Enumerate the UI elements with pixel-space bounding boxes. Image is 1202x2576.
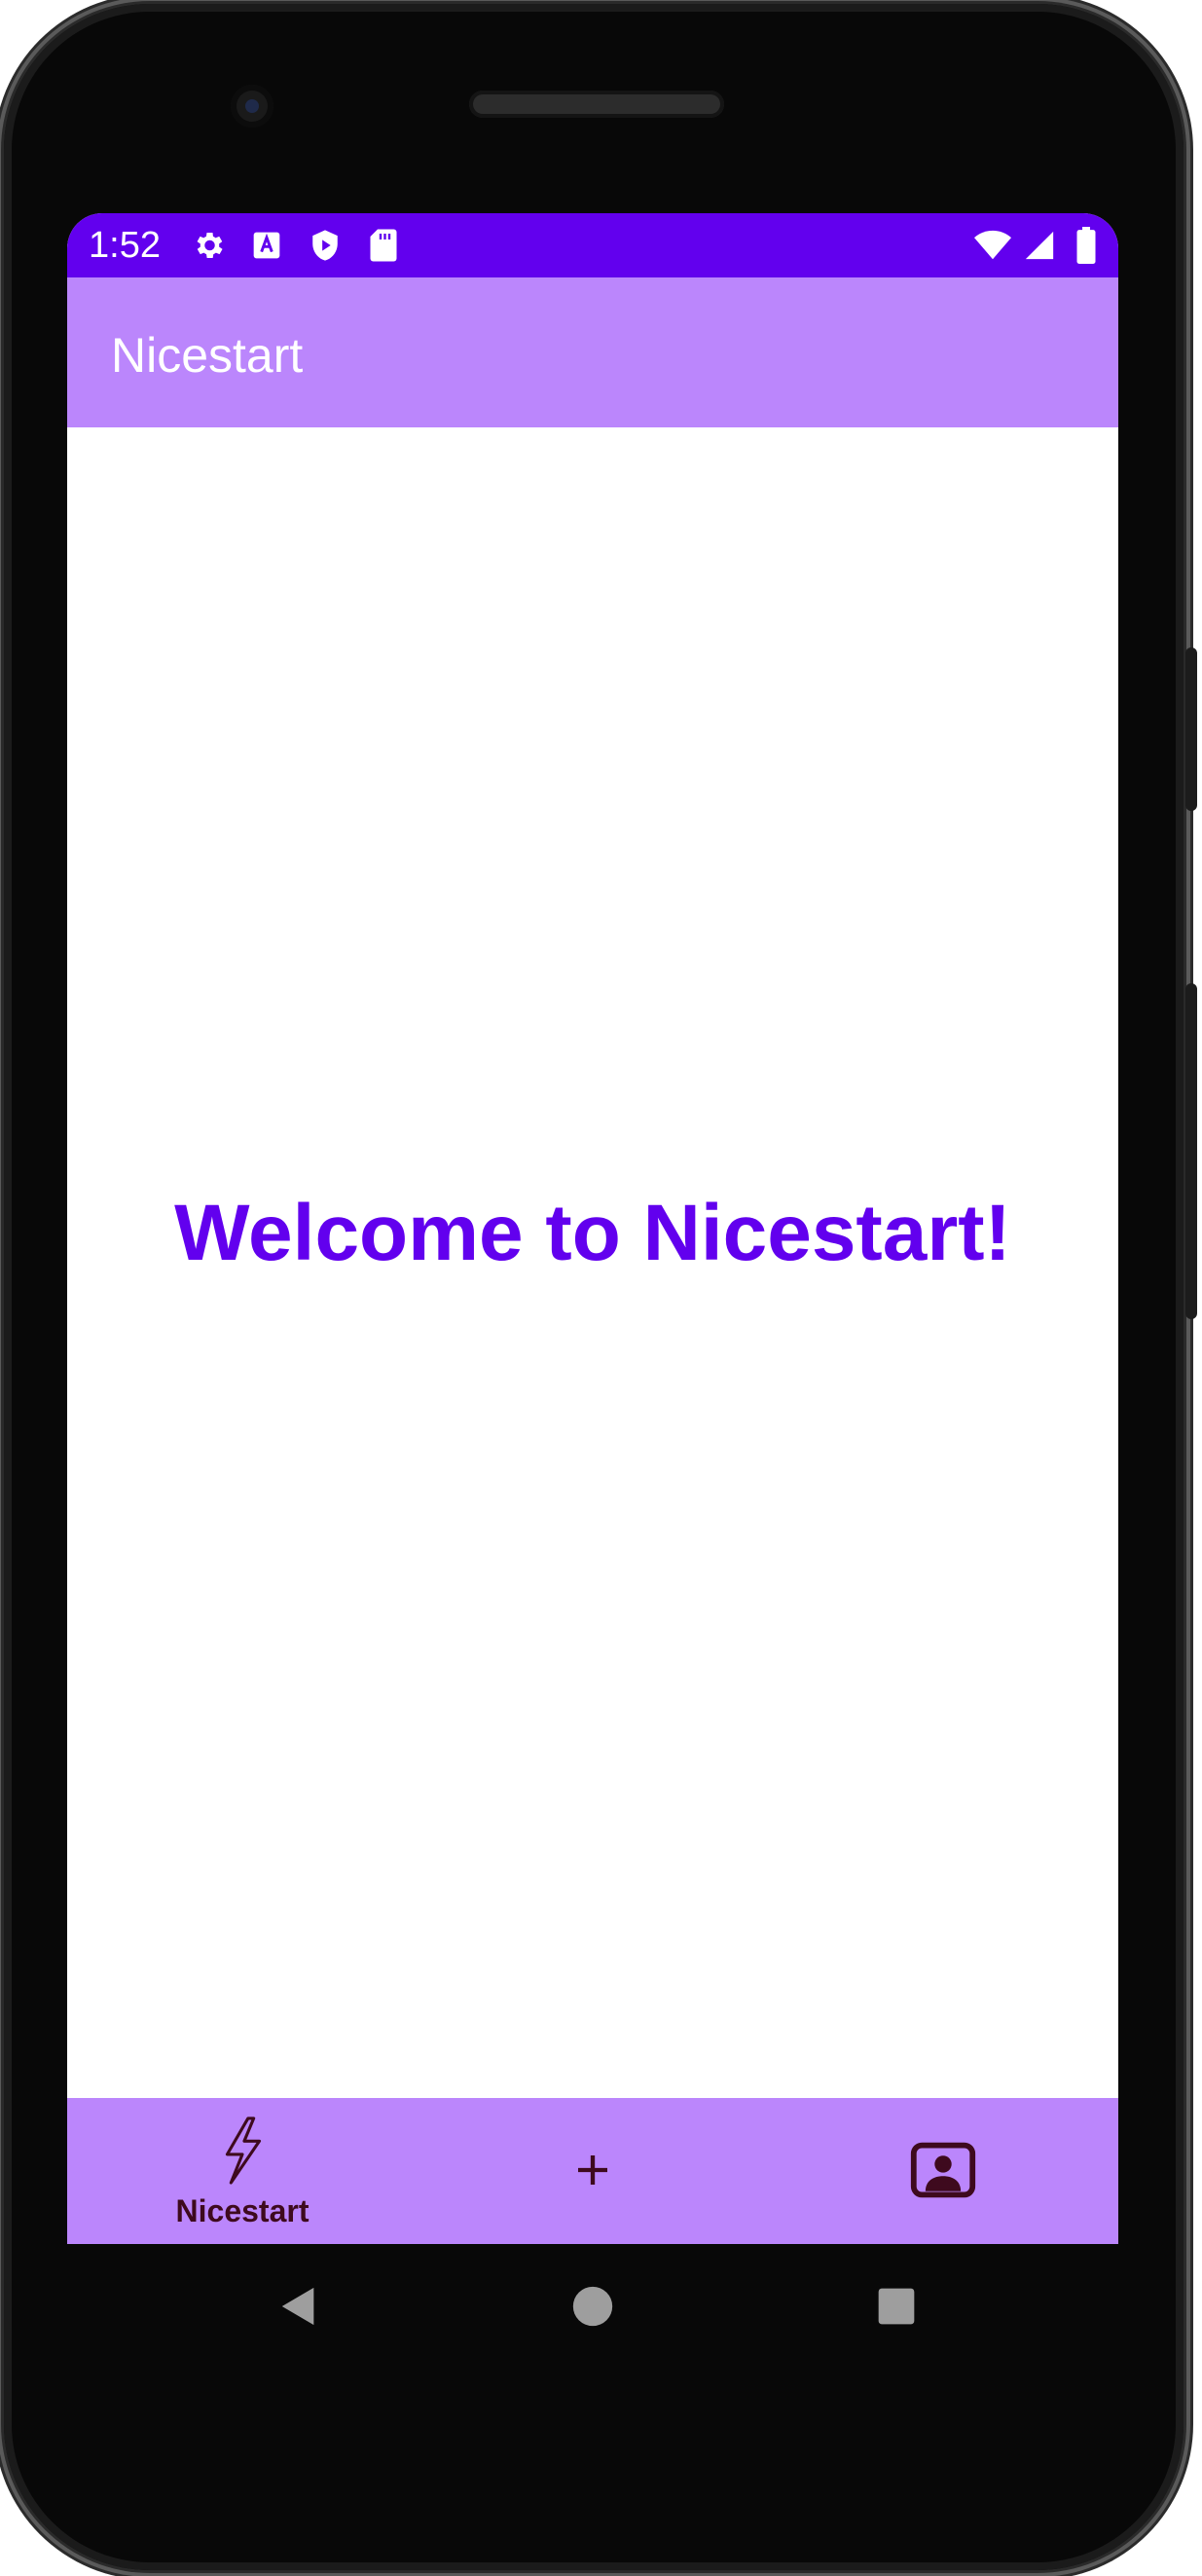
welcome-text: Welcome to Nicestart! — [174, 1189, 1011, 1277]
home-icon — [571, 2285, 614, 2333]
bottom-navigation: Nicestart — [67, 2098, 1118, 2244]
sd-card-icon — [365, 227, 402, 264]
status-bar: 1:52 — [67, 213, 1118, 277]
settings-icon — [190, 227, 227, 264]
status-notification-icons — [190, 227, 402, 264]
status-time: 1:52 — [89, 225, 161, 266]
profile-card-icon — [909, 2142, 977, 2203]
wifi-icon — [974, 227, 1011, 264]
power-button — [1185, 983, 1197, 1319]
earpiece-speaker — [469, 91, 724, 118]
bottom-nav-item-add[interactable] — [418, 2098, 768, 2244]
main-content: Welcome to Nicestart! — [67, 427, 1118, 2100]
status-system-icons — [974, 227, 1105, 264]
plus-icon — [573, 2151, 612, 2194]
play-protect-icon — [307, 227, 344, 264]
app-bar: Nicestart — [67, 277, 1118, 427]
bottom-nav-item-profile[interactable] — [768, 2098, 1118, 2244]
battery-icon — [1068, 227, 1105, 264]
screen: 1:52 Nicestart Welcome to Nicestart! Nic… — [67, 213, 1118, 2244]
lightning-bolt-icon — [219, 2116, 266, 2190]
cell-signal-icon — [1021, 227, 1058, 264]
back-icon — [276, 2283, 321, 2335]
app-title: Nicestart — [111, 328, 304, 383]
keyboard-a-icon — [248, 227, 285, 264]
recents-icon — [877, 2287, 916, 2331]
recents-button[interactable] — [838, 2244, 955, 2373]
volume-button — [1185, 647, 1197, 811]
bottom-nav-item-nicestart[interactable]: Nicestart — [67, 2098, 418, 2244]
front-camera — [231, 85, 273, 128]
system-navigation-bar — [67, 2244, 1118, 2373]
back-button[interactable] — [240, 2244, 357, 2373]
bottom-nav-label: Nicestart — [175, 2192, 310, 2228]
home-button[interactable] — [534, 2244, 651, 2373]
